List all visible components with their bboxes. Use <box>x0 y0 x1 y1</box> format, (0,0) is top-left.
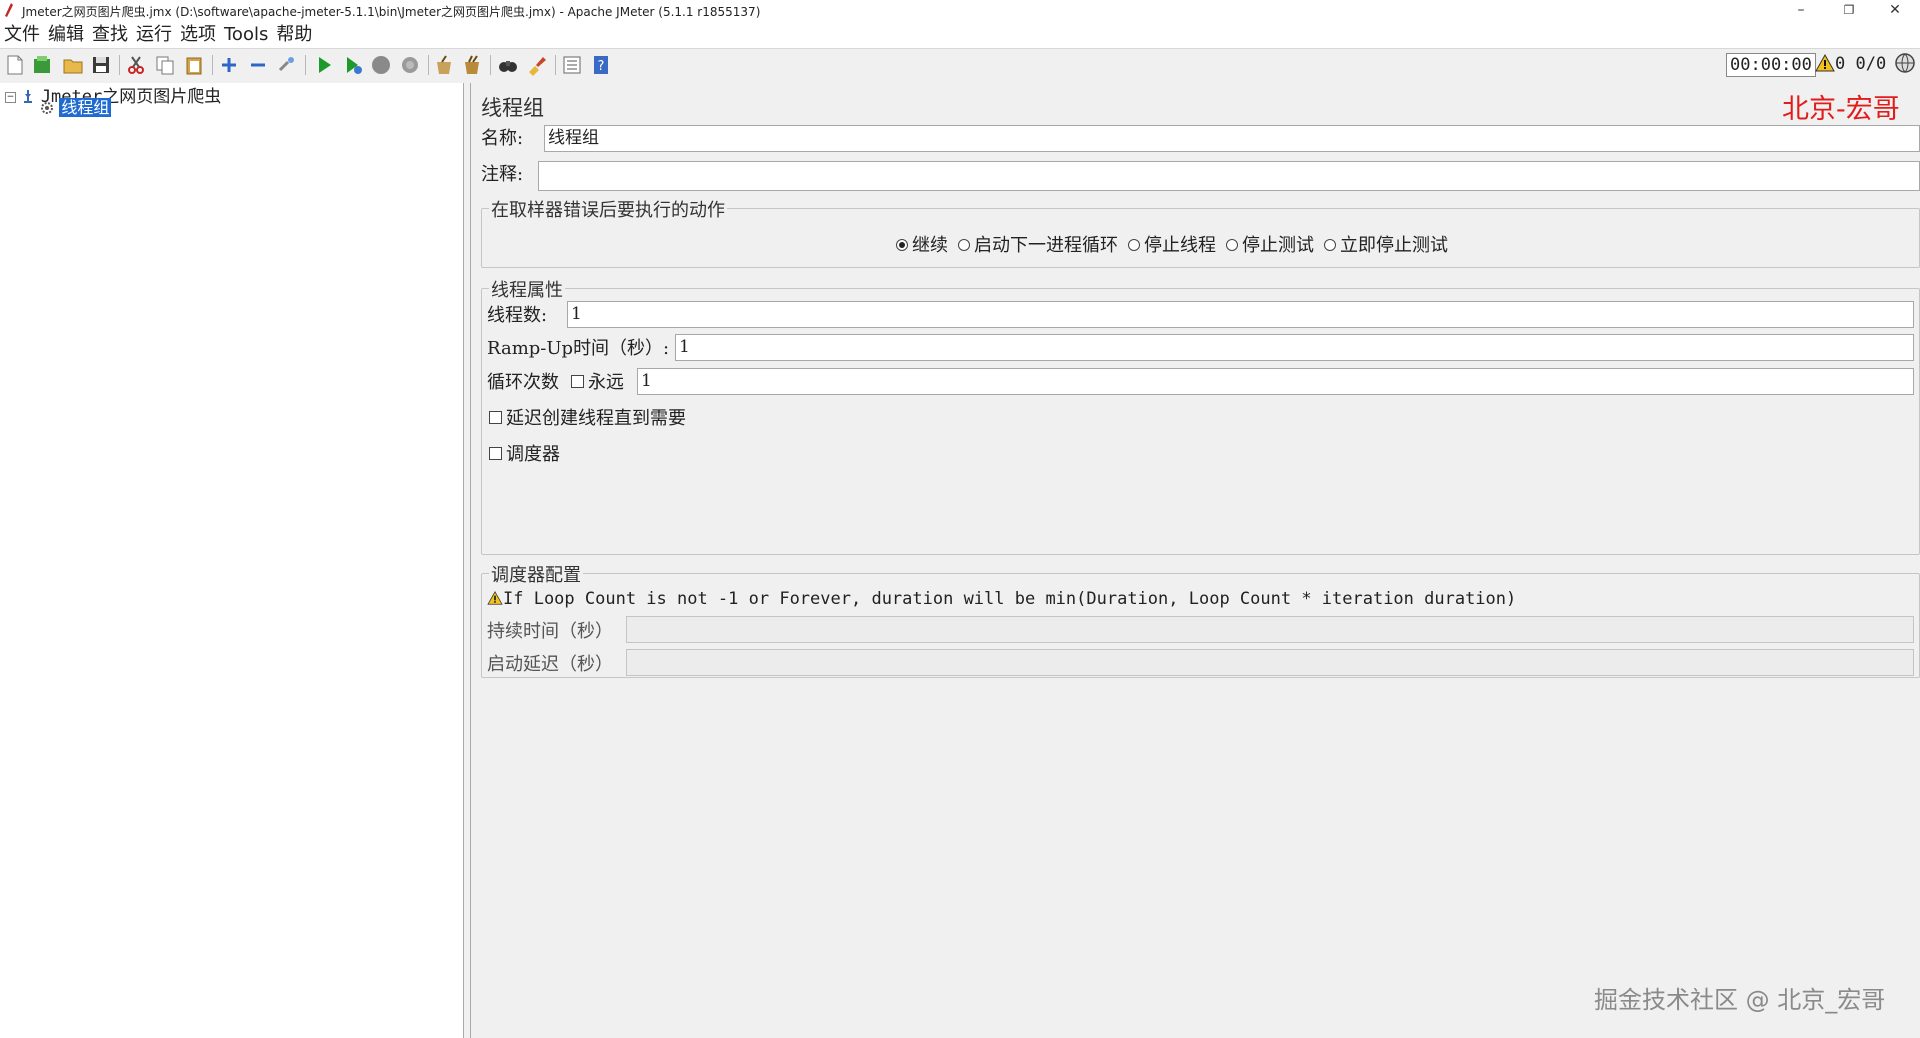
radio-stop-test[interactable]: 停止测试 <box>1226 231 1314 257</box>
radio-indicator <box>896 239 908 251</box>
radio-continue[interactable]: 继续 <box>896 231 948 257</box>
remote-globe-icon[interactable] <box>1894 52 1916 74</box>
gear-icon <box>41 102 53 114</box>
loop-count-input[interactable]: 1 <box>637 368 1914 395</box>
radio-indicator <box>1226 239 1238 251</box>
test-plan-icon <box>24 90 33 103</box>
comment-label: 注释: <box>481 164 524 185</box>
name-input[interactable]: 线程组 <box>544 125 1920 152</box>
scheduler-warning: If Loop Count is not -1 or Forever, dura… <box>487 588 1516 609</box>
svg-text:?: ? <box>598 59 605 74</box>
start-no-pause-icon[interactable] <box>342 54 364 76</box>
menu-edit[interactable]: 编辑 <box>48 22 84 48</box>
thread-group-panel: 线程组 名称: 线程组 注释: 在取样器错误后要执行的动作 继续 启动下一进程循环… <box>471 83 1920 1038</box>
help-icon[interactable]: ? <box>590 54 612 76</box>
function-helper-icon[interactable] <box>561 54 583 76</box>
menu-run[interactable]: 运行 <box>136 22 172 48</box>
startup-delay-input[interactable] <box>626 649 1914 676</box>
restore-button[interactable]: ❐ <box>1826 0 1872 22</box>
reset-search-icon[interactable] <box>526 54 548 76</box>
radio-indicator <box>1324 239 1336 251</box>
thread-properties-title: 线程属性 <box>489 276 565 302</box>
checkbox-indicator <box>489 411 502 424</box>
menu-bar: 文件 编辑 查找 运行 选项 Tools 帮助 <box>0 22 1920 48</box>
collapse-icon[interactable] <box>247 54 269 76</box>
comment-input[interactable] <box>538 161 1920 191</box>
menu-help[interactable]: 帮助 <box>276 22 312 48</box>
toolbar: ? <box>0 48 1920 84</box>
scheduler-config-title: 调度器配置 <box>489 561 583 587</box>
close-button[interactable]: ✕ <box>1872 0 1918 22</box>
rampup-label: Ramp-Up时间（秒）: <box>487 338 670 359</box>
scheduler-checkbox[interactable]: 调度器 <box>489 440 560 466</box>
error-action-options: 继续 启动下一进程循环 停止线程 停止测试 立即停止测试 <box>896 231 1458 257</box>
active-threads: 0/0 <box>1855 54 1887 74</box>
menu-search[interactable]: 查找 <box>92 22 128 48</box>
radio-indicator <box>958 239 970 251</box>
open-icon[interactable] <box>62 54 84 76</box>
forever-checkbox[interactable]: 永远 <box>571 368 624 394</box>
name-label: 名称: <box>481 128 524 149</box>
warning-icon <box>487 590 503 605</box>
threads-input[interactable]: 1 <box>567 301 1914 328</box>
radio-stop-thread[interactable]: 停止线程 <box>1128 231 1216 257</box>
templates-icon[interactable] <box>31 54 53 76</box>
title-bar: Jmeter之网页图片爬虫.jmx (D:\software\apache-jm… <box>0 0 1920 22</box>
cut-icon[interactable] <box>125 54 147 76</box>
warning-icon <box>1815 53 1835 72</box>
duration-label: 持续时间（秒） <box>487 621 613 642</box>
expand-icon[interactable] <box>218 54 240 76</box>
search-icon[interactable] <box>497 54 519 76</box>
radio-start-next-loop[interactable]: 启动下一进程循环 <box>958 231 1118 257</box>
start-icon[interactable] <box>313 54 335 76</box>
author-watermark: 北京-宏哥 <box>1782 94 1900 125</box>
toggle-icon[interactable] <box>276 54 298 76</box>
warning-count: 0 <box>1835 54 1846 74</box>
tree-node-root[interactable]: − Jmeter之网页图片爬虫 <box>5 82 221 107</box>
warning-indicator[interactable]: 0 0/0 <box>1815 52 1886 76</box>
paste-icon[interactable] <box>183 54 205 76</box>
jmeter-feather-icon <box>5 3 13 17</box>
tree-collapse-toggle[interactable]: − <box>5 92 16 103</box>
clear-all-icon[interactable] <box>461 54 483 76</box>
radio-stop-test-now[interactable]: 立即停止测试 <box>1324 231 1448 257</box>
rampup-input[interactable]: 1 <box>675 334 1914 361</box>
minimize-button[interactable]: – <box>1778 0 1824 22</box>
shutdown-icon[interactable] <box>399 54 421 76</box>
checkbox-indicator <box>571 375 584 388</box>
startup-delay-label: 启动延迟（秒） <box>487 654 613 675</box>
page-title: 线程组 <box>481 96 544 120</box>
menu-options[interactable]: 选项 <box>180 22 216 48</box>
save-icon[interactable] <box>90 54 112 76</box>
error-action-title: 在取样器错误后要执行的动作 <box>489 196 727 222</box>
stop-icon[interactable] <box>370 54 392 76</box>
elapsed-time: 00:00:00 <box>1726 53 1816 77</box>
duration-input[interactable] <box>626 616 1914 643</box>
checkbox-indicator <box>489 447 502 460</box>
thread-properties-group <box>481 288 1920 555</box>
tree-node-thread-group[interactable]: 线程组 <box>40 98 112 118</box>
threads-label: 线程数: <box>487 305 548 326</box>
copy-icon[interactable] <box>154 54 176 76</box>
panel-splitter[interactable] <box>464 83 471 1038</box>
menu-file[interactable]: 文件 <box>4 22 40 48</box>
tree-child-label: 线程组 <box>59 98 112 117</box>
delay-thread-creation-checkbox[interactable]: 延迟创建线程直到需要 <box>489 404 686 430</box>
menu-tools[interactable]: Tools <box>224 22 268 48</box>
community-watermark: 掘金技术社区 @ 北京_宏哥 <box>1594 986 1886 1014</box>
test-plan-tree: − Jmeter之网页图片爬虫 线程组 <box>0 83 464 1038</box>
loop-count-label: 循环次数 <box>487 372 559 393</box>
new-icon[interactable] <box>4 54 26 76</box>
clear-icon[interactable] <box>433 54 455 76</box>
window-title: Jmeter之网页图片爬虫.jmx (D:\software\apache-jm… <box>22 5 761 19</box>
radio-indicator <box>1128 239 1140 251</box>
